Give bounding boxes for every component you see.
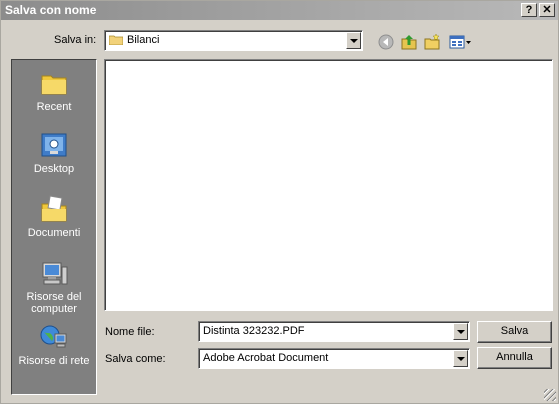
place-label: Desktop [33,163,75,175]
view-menu-icon[interactable] [448,33,472,51]
help-button[interactable]: ? [521,3,537,17]
save-in-dropdown[interactable]: Bilanci [104,30,363,51]
filename-input[interactable]: Distinta 323232.PDF [198,321,470,342]
resize-grip[interactable] [544,389,556,401]
place-label: Documenti [27,227,81,239]
filetype-value: Adobe Acrobat Document [203,352,329,364]
recent-folder-icon [41,75,67,95]
save-in-value: Bilanci [127,34,160,46]
place-desktop[interactable]: Desktop [12,130,96,175]
close-button[interactable]: ✕ [539,3,555,17]
places-bar: Recent Desktop Documenti Risorse del com… [11,59,97,395]
back-icon[interactable] [377,33,395,51]
chevron-down-icon[interactable] [453,323,468,340]
cancel-button[interactable]: Annulla [477,347,552,369]
up-folder-icon[interactable] [400,33,418,51]
desktop-icon [41,133,67,157]
filetype-dropdown[interactable]: Adobe Acrobat Document [198,348,470,369]
network-places-icon [40,325,67,348]
filename-label: Nome file: [105,326,155,338]
title-bar: Salva con nome ? ✕ [1,1,558,20]
filetype-label: Salva come: [105,353,166,365]
folder-icon [109,35,123,45]
place-recent[interactable]: Recent [12,68,96,113]
window-title: Salva con nome [5,3,97,17]
place-label: Risorse di rete [18,355,90,367]
save-as-dialog: Salva con nome ? ✕ Salva in: Bilanci Rec… [0,0,559,404]
place-my-computer[interactable]: Risorse del computer [12,258,96,315]
place-label: Recent [36,101,72,113]
save-button[interactable]: Salva [477,321,552,343]
place-label: Risorse del computer [26,291,82,315]
filename-value: Distinta 323232.PDF [203,325,305,337]
chevron-down-icon[interactable] [453,350,468,367]
documents-folder-icon [41,195,67,222]
place-documents[interactable]: Documenti [12,194,96,239]
place-network[interactable]: Risorse di rete [12,322,96,367]
save-in-label: Salva in: [54,34,97,46]
my-computer-icon [42,262,68,285]
new-folder-icon[interactable] [423,33,441,51]
file-list[interactable] [104,59,553,311]
chevron-down-icon[interactable] [346,32,361,49]
